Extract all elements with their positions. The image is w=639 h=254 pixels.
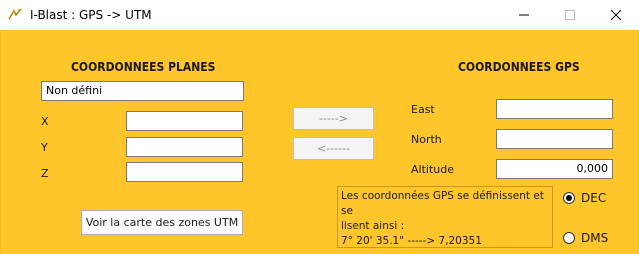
gps-coordinates-heading: COORDONNEES GPS	[458, 60, 580, 74]
title-bar: I-Blast : GPS -> UTM	[0, 0, 639, 30]
close-icon	[611, 10, 621, 20]
radio-selected-dot	[566, 195, 572, 201]
dec-radio-label[interactable]: DEC	[581, 191, 606, 205]
utm-zones-map-button[interactable]: Voir la carte des zones UTM	[81, 210, 243, 235]
maximize-button[interactable]	[547, 0, 593, 30]
window-title: I-Blast : GPS -> UTM	[30, 8, 152, 22]
minimize-button[interactable]	[501, 0, 547, 30]
east-input[interactable]	[496, 99, 613, 119]
info-text-line-2: lisent ainsi :	[341, 220, 405, 232]
north-label: North	[411, 133, 442, 146]
east-label: East	[411, 103, 435, 116]
altitude-label: Altitude	[411, 163, 454, 176]
convert-to-utm-button[interactable]: <------	[293, 137, 374, 160]
altitude-input[interactable]: 0,000	[496, 159, 613, 179]
dms-radio-label[interactable]: DMS	[581, 231, 608, 245]
gps-format-info-box: Les coordonnées GPS se définissent et se…	[337, 186, 553, 248]
maximize-icon	[565, 10, 575, 20]
dec-radio[interactable]	[563, 192, 575, 204]
info-text-line-1: Les coordonnées GPS se définissent et se	[341, 190, 544, 217]
north-input[interactable]	[496, 129, 613, 149]
dms-radio[interactable]	[563, 232, 575, 244]
close-button[interactable]	[593, 0, 639, 30]
dialog-client-area: COORDONNEES PLANES Non défini X Y Z Voir…	[0, 30, 639, 254]
utm-zone-field[interactable]: Non défini	[41, 81, 244, 101]
planar-coordinates-heading: COORDONNEES PLANES	[71, 60, 216, 74]
x-label: X	[41, 115, 49, 128]
info-text-line-3: 7° 20' 35.1" -----> 7,20351	[341, 235, 482, 247]
app-icon	[8, 8, 22, 20]
convert-to-gps-button[interactable]: ----->	[293, 107, 374, 130]
minimize-icon	[519, 14, 529, 16]
y-input[interactable]	[126, 137, 243, 157]
z-label: Z	[41, 167, 49, 180]
z-input[interactable]	[126, 162, 243, 182]
x-input[interactable]	[126, 111, 243, 131]
y-label: Y	[41, 141, 48, 154]
